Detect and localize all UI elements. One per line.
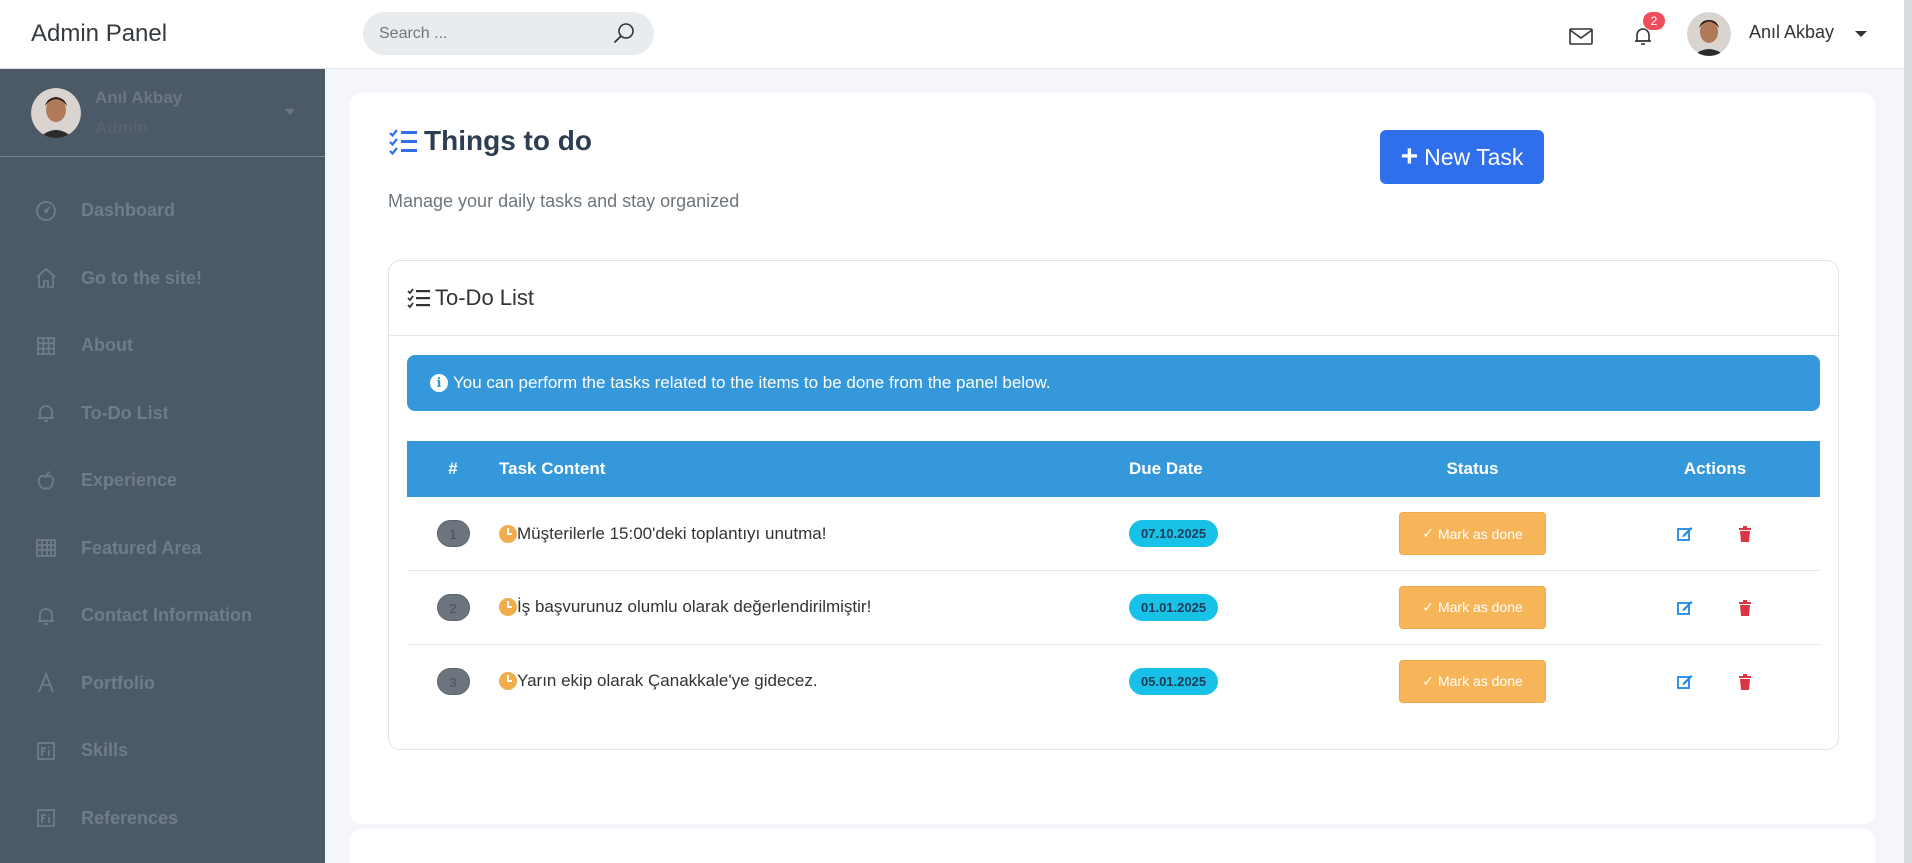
mail-icon[interactable] — [1567, 22, 1595, 50]
todo-table: # Task Content Due Date Status Actions 1… — [407, 441, 1820, 718]
todo-card: To-Do List i You can perform the tasks r… — [388, 260, 1839, 750]
sidebar-item-contact-information[interactable]: Contact Information — [0, 582, 325, 650]
check-icon: ✓ — [1422, 525, 1434, 541]
plus-icon: + — [1400, 140, 1419, 173]
checklist-icon — [407, 288, 430, 309]
sidebar-item-skills[interactable]: Skills — [0, 717, 325, 785]
search-icon[interactable] — [610, 20, 638, 48]
sidebar-item-go-to-site[interactable]: Go to the site! — [0, 245, 325, 313]
sidebar-item-experience[interactable]: Experience — [0, 447, 325, 515]
mark-as-done-label: Mark as done — [1437, 599, 1523, 616]
sidebar-item-label: Skills — [81, 740, 129, 761]
sidebar-user-panel[interactable]: Anıl Akbay Admin — [0, 69, 325, 157]
gauge-icon — [33, 198, 59, 224]
footer-strip — [350, 829, 1875, 863]
sidebar-item-label: Experience — [81, 470, 178, 491]
mark-as-done-button[interactable]: ✓ Mark as done — [1399, 659, 1546, 703]
user-avatar[interactable] — [1687, 12, 1731, 56]
sidebar-item-label: Dashboard — [81, 200, 176, 221]
scrollbar[interactable] — [1904, 0, 1912, 863]
clock-icon — [499, 524, 517, 543]
due-date-badge: 07.10.2025 — [1129, 520, 1219, 547]
table-row: 1 Müşterilerle 15:00'deki toplantıyı unu… — [407, 497, 1820, 571]
column-header-due-date: Due Date — [1129, 459, 1203, 478]
column-header-task-content: Task Content — [499, 459, 606, 478]
sidebar-item-label: To-Do List — [81, 402, 169, 423]
chevron-down-icon[interactable] — [1855, 31, 1867, 37]
check-icon: ✓ — [1422, 598, 1434, 615]
task-content: İş başvurunuz olumlu olarak değerlendiri… — [517, 597, 872, 617]
sidebar-item-about[interactable]: About — [0, 312, 325, 380]
sidebar-user-name: Anıl Akbay — [95, 87, 183, 107]
mark-as-done-label: Mark as done — [1437, 673, 1523, 689]
due-date-badge: 05.01.2025 — [1129, 667, 1219, 695]
grid-icon — [33, 333, 59, 359]
user-avatar — [31, 87, 81, 138]
sidebar-item-label: References — [81, 807, 179, 828]
table-row: 3 Yarın ekip olarak Çanakkale'ye gidecez… — [407, 644, 1820, 718]
row-number-badge: 2 — [436, 593, 470, 621]
row-number-badge: 1 — [436, 520, 470, 547]
todo-card-title: To-Do List — [435, 285, 535, 310]
home-icon — [33, 265, 59, 291]
checklist-icon — [389, 129, 417, 155]
column-header-number: # — [448, 459, 458, 478]
info-alert: i You can perform the tasks related to t… — [407, 355, 1820, 411]
sidebar-item-references[interactable]: References — [0, 785, 325, 853]
sidebar-item-portfolio[interactable]: Portfolio — [0, 650, 325, 718]
clock-icon — [499, 598, 517, 617]
clock-icon — [499, 672, 517, 690]
sidebar-item-label: About — [81, 335, 133, 356]
table-icon — [33, 535, 59, 561]
page-title-text: Things to do — [424, 125, 592, 156]
sidebar-item-featured-area[interactable]: Featured Area — [0, 515, 325, 583]
main-card: Things to do Manage your daily tasks and… — [350, 93, 1875, 824]
sidebar-item-label: Portfolio — [81, 672, 155, 693]
sidebar-item-label: Contact Information — [81, 605, 252, 626]
brand-title[interactable]: Admin Panel — [0, 0, 325, 69]
letter-a-icon — [33, 670, 59, 696]
notification-badge: 2 — [1643, 12, 1665, 30]
apple-icon — [33, 468, 59, 494]
bell-icon — [33, 603, 59, 629]
check-icon: ✓ — [1422, 672, 1434, 689]
sidebar-item-label: Featured Area — [81, 537, 202, 558]
edit-icon[interactable] — [1676, 673, 1694, 691]
topbar-user-name[interactable]: Anıl Akbay — [1749, 22, 1834, 43]
todo-card-header: To-Do List — [389, 261, 1838, 336]
page-title: Things to do — [388, 125, 592, 157]
trash-icon[interactable] — [1736, 599, 1754, 617]
trash-icon[interactable] — [1736, 673, 1754, 691]
chevron-down-icon[interactable] — [285, 109, 295, 115]
column-header-actions: Actions — [1683, 459, 1747, 478]
task-content: Müşterilerle 15:00'deki toplantıyı unutm… — [517, 523, 827, 543]
sidebar-nav: Dashboard Go to the site! About To-Do Li… — [0, 157, 325, 852]
new-task-label: New Task — [1424, 143, 1524, 170]
edit-icon[interactable] — [1676, 599, 1694, 617]
page-subtitle: Manage your daily tasks and stay organiz… — [388, 191, 740, 211]
due-date-badge: 01.01.2025 — [1129, 593, 1219, 621]
info-alert-text: You can perform the tasks related to the… — [453, 373, 1051, 392]
fi-icon — [33, 805, 59, 831]
row-number-badge: 3 — [436, 667, 470, 695]
topbar: 2 Anıl Akbay — [325, 0, 1912, 69]
sidebar: Admin Panel Anıl Akbay Admin Dashboard G… — [0, 0, 325, 863]
sidebar-item-label: Go to the site! — [81, 267, 202, 288]
task-content: Yarın ekip olarak Çanakkale'ye gidecez. — [517, 671, 818, 690]
sidebar-user-role: Admin — [95, 117, 148, 137]
mark-as-done-label: Mark as done — [1437, 525, 1523, 542]
mark-as-done-button[interactable]: ✓ Mark as done — [1399, 512, 1546, 555]
new-task-button[interactable]: + New Task — [1380, 130, 1544, 184]
sidebar-item-todo-list[interactable]: To-Do List — [0, 380, 325, 448]
fi-icon — [33, 738, 59, 764]
bell-icon — [33, 400, 59, 426]
column-header-status: Status — [1446, 459, 1499, 478]
edit-icon[interactable] — [1676, 525, 1694, 543]
sidebar-item-dashboard[interactable]: Dashboard — [0, 177, 325, 245]
info-icon: i — [430, 374, 448, 392]
table-header-row: # Task Content Due Date Status Actions — [407, 441, 1820, 497]
table-row: 2 İş başvurunuz olumlu olarak değerlendi… — [407, 571, 1820, 644]
mark-as-done-button[interactable]: ✓ Mark as done — [1399, 585, 1546, 629]
trash-icon[interactable] — [1736, 525, 1754, 543]
